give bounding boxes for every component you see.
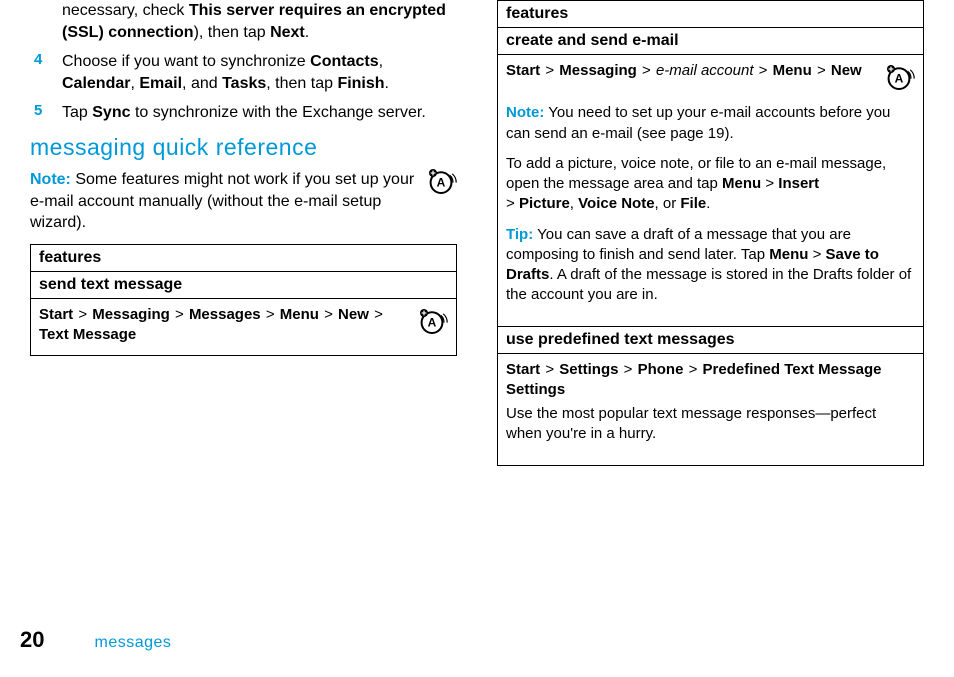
account-icon: A [883, 61, 915, 99]
nav-path-item-variable: e-mail account [656, 62, 754, 79]
chevron-right-icon: > [641, 62, 652, 79]
chevron-right-icon: > [373, 306, 384, 323]
step-list: necessary, check This server requires an… [30, 0, 457, 124]
nav-path-item: Messaging [92, 306, 170, 323]
ui-label: Finish [337, 75, 384, 92]
chevron-right-icon: > [623, 361, 634, 378]
ui-label: Tasks [222, 75, 266, 92]
nav-path-item: Start [506, 361, 540, 378]
chevron-right-icon: > [544, 62, 555, 79]
left-column: necessary, check This server requires an… [30, 0, 457, 466]
step-number: 4 [30, 51, 62, 68]
text: , or [655, 195, 681, 212]
note-text: You need to set up your e-mail accounts … [506, 104, 890, 141]
page-number: 20 [20, 627, 44, 653]
features-table-right: features create and send e-mail Start > … [497, 0, 924, 466]
table-cell: Start > Settings > Phone > Predefined Te… [498, 354, 923, 465]
text: . [305, 24, 309, 41]
ui-label: Voice Note [578, 195, 654, 212]
text: > [506, 195, 519, 212]
table-subheader: create and send e-mail [498, 28, 923, 55]
step-continuation: necessary, check This server requires an… [30, 0, 457, 43]
note-paragraph: Note: You need to set up your e-mail acc… [506, 103, 915, 144]
nav-path-item: Start [39, 306, 73, 323]
svg-text:A: A [895, 72, 904, 86]
text: > [761, 175, 778, 192]
ui-label: File [680, 195, 706, 212]
page-footer: 20 messages [20, 627, 171, 653]
table-cell: Start > Messaging > Messages > Menu > Ne… [31, 299, 456, 356]
step-5: 5 Tap Sync to synchronize with the Excha… [30, 102, 457, 124]
account-icon: A [425, 165, 457, 202]
nav-path-item: Menu [280, 306, 319, 323]
text: Tap [62, 104, 92, 121]
step-number: 5 [30, 102, 62, 119]
note-label: Note: [506, 104, 544, 121]
table-cell: Start > Messaging > e-mail account > Men… [498, 55, 923, 326]
tip-paragraph: Tip: You can save a draft of a message t… [506, 225, 915, 306]
note-row: Note: Some features might not work if yo… [30, 165, 457, 244]
note-paragraph: Note: Some features might not work if yo… [30, 169, 417, 234]
chevron-right-icon: > [758, 62, 769, 79]
text: . [385, 75, 389, 92]
table-subheader: use predefined text messages [498, 326, 923, 354]
text: to synchronize with the Exchange server. [131, 104, 426, 121]
chevron-right-icon: > [544, 361, 555, 378]
ui-label: Picture [519, 195, 570, 212]
chevron-right-icon: > [174, 306, 185, 323]
text: To add a picture, voice note, or file to… [506, 155, 886, 192]
table-header: features [31, 245, 456, 272]
text: > [808, 246, 825, 263]
ui-label: Email [139, 75, 182, 92]
chevron-right-icon: > [77, 306, 88, 323]
ui-label: Menu [722, 175, 761, 192]
nav-path-item: Start [506, 62, 540, 79]
ui-label: Menu [769, 246, 808, 263]
ui-label: Next [270, 24, 305, 41]
page-body: necessary, check This server requires an… [0, 0, 954, 466]
nav-path-item: Phone [638, 361, 684, 378]
text: , [570, 195, 578, 212]
nav-path-item: Text Message [39, 326, 136, 343]
tip-label: Tip: [506, 226, 533, 243]
right-column: features create and send e-mail Start > … [497, 0, 924, 466]
tip-text: . A draft of the message is stored in th… [506, 266, 911, 303]
nav-path-item: New [338, 306, 369, 323]
text: necessary, check [62, 2, 189, 19]
ui-label: Calendar [62, 75, 130, 92]
ui-label: Sync [92, 104, 130, 121]
text: , and [182, 75, 222, 92]
ui-label: Insert [778, 175, 819, 192]
nav-path-item: Settings [559, 361, 618, 378]
chevron-right-icon: > [323, 306, 334, 323]
paragraph: Use the most popular text message respon… [506, 404, 915, 445]
nav-path-item: Messaging [559, 62, 637, 79]
table-subheader: send text message [31, 272, 456, 299]
nav-path-item: New [831, 62, 862, 79]
table-header: features [498, 1, 923, 28]
chevron-right-icon: > [688, 361, 699, 378]
text: Choose if you want to synchronize [62, 53, 310, 70]
svg-text:A: A [437, 176, 446, 190]
chevron-right-icon: > [265, 306, 276, 323]
features-table-left: features send text message Start > Messa… [30, 244, 457, 357]
text: , then tap [266, 75, 337, 92]
text: . [706, 195, 710, 212]
nav-path-item: Menu [773, 62, 812, 79]
section-name: messages [94, 634, 171, 652]
text: ), then tap [194, 24, 271, 41]
note-label: Note: [30, 171, 71, 188]
svg-text:A: A [428, 315, 437, 329]
note-text: Some features might not work if you set … [30, 171, 414, 231]
chevron-right-icon: > [816, 62, 827, 79]
ui-label: Contacts [310, 53, 378, 70]
step-4: 4 Choose if you want to synchronize Cont… [30, 51, 457, 94]
paragraph: To add a picture, voice note, or file to… [506, 154, 915, 215]
nav-path-item: Messages [189, 306, 261, 323]
account-icon: A [416, 305, 448, 343]
section-heading: messaging quick reference [30, 134, 457, 161]
text: , [379, 53, 383, 70]
